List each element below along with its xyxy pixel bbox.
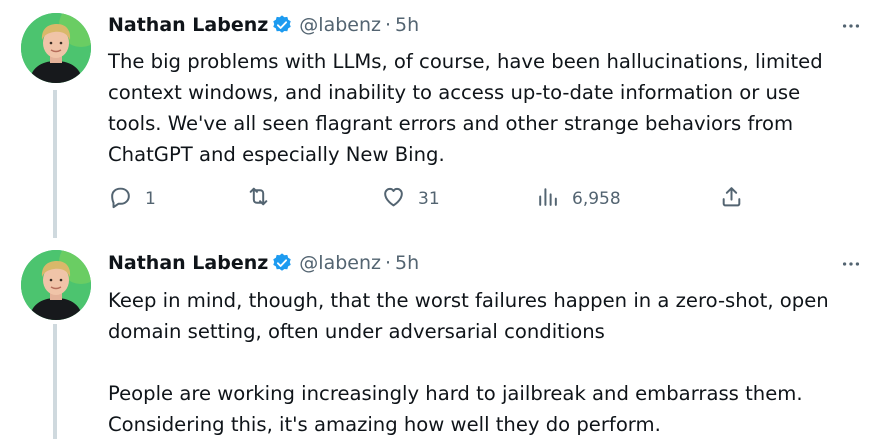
tweet-text: Keep in mind, though, that the worst fai…	[108, 285, 858, 440]
author-name[interactable]: Nathan Labenz	[108, 14, 268, 36]
views-icon	[535, 184, 560, 214]
heart-icon	[381, 184, 406, 214]
author-name[interactable]: Nathan Labenz	[108, 252, 268, 274]
tweet-actions: 1 31 6,958	[108, 184, 748, 214]
reply-count: 1	[145, 189, 156, 209]
like-button[interactable]: 31	[381, 184, 440, 214]
views-button[interactable]: 6,958	[535, 184, 621, 214]
tweet-header: Nathan Labenz @labenz · 5h	[108, 250, 419, 276]
author-handle[interactable]: @labenz	[299, 252, 381, 274]
retweet-button[interactable]	[246, 184, 283, 214]
verified-badge-icon	[271, 14, 293, 36]
avatar[interactable]	[21, 13, 91, 83]
tweet-timestamp[interactable]: 5h	[395, 252, 419, 274]
retweet-icon	[246, 184, 271, 214]
more-dots-icon[interactable]	[836, 14, 866, 38]
tweet-paragraph: Keep in mind, though, that the worst fai…	[108, 289, 829, 343]
separator-dot: ·	[384, 252, 392, 274]
tweet[interactable]: Nathan Labenz @labenz · 5h Keep in mind,…	[0, 238, 882, 439]
reply-icon	[108, 184, 133, 214]
share-button[interactable]	[719, 184, 744, 214]
more-dots-icon[interactable]	[836, 252, 866, 276]
tweet[interactable]: Nathan Labenz @labenz · 5h The big probl…	[0, 0, 882, 238]
author-handle[interactable]: @labenz	[299, 14, 381, 36]
reply-button[interactable]: 1	[108, 184, 156, 214]
tweet-paragraph: The big problems with LLMs, of course, h…	[108, 50, 823, 166]
avatar[interactable]	[21, 250, 91, 320]
tweet-header: Nathan Labenz @labenz · 5h	[108, 12, 419, 38]
tweet-paragraph: People are working increasingly hard to …	[108, 382, 803, 436]
verified-badge-icon	[271, 252, 293, 274]
tweet-timestamp[interactable]: 5h	[395, 14, 419, 36]
views-count: 6,958	[572, 189, 621, 209]
thread-connector-line	[53, 324, 57, 439]
share-icon	[719, 184, 744, 214]
like-count: 31	[418, 189, 440, 209]
thread-connector-line	[53, 90, 57, 238]
separator-dot: ·	[384, 14, 392, 36]
tweet-text: The big problems with LLMs, of course, h…	[108, 46, 858, 170]
